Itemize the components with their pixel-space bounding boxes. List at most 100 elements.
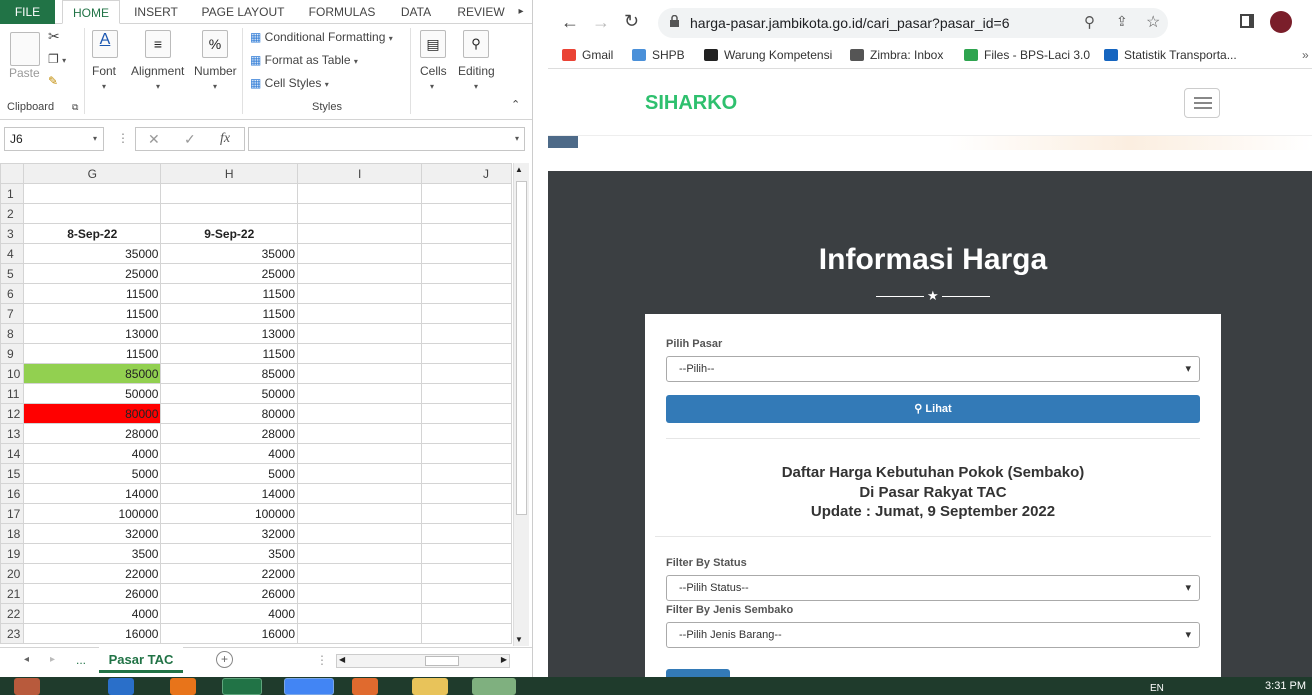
cell-j[interactable] [421,223,512,244]
row-header[interactable]: 20 [0,563,24,584]
address-bar[interactable]: harga-pasar.jambikota.go.id/cari_pasar?p… [658,8,1168,38]
cell-h[interactable]: 11500 [160,343,298,364]
excel-taskbar-icon[interactable] [222,678,262,695]
cell-h[interactable] [160,203,298,224]
cell-i[interactable] [296,543,423,564]
cell-i[interactable] [296,283,423,304]
reload-icon[interactable]: ↻ [624,11,639,32]
cell-j[interactable] [421,503,512,524]
cell-i[interactable] [296,203,423,224]
cell-j[interactable] [421,443,512,464]
row-header[interactable]: 2 [0,203,24,224]
scroll-up-icon[interactable]: ▲ [515,165,523,174]
cell-g[interactable]: 16000 [22,623,162,644]
app-icon[interactable] [352,678,378,695]
column-header[interactable]: I [296,163,423,184]
cell-j[interactable] [421,243,512,264]
row-header[interactable]: 17 [0,503,24,524]
bookmark-files-bps[interactable]: Files - BPS-Laci 3.0 [964,48,1090,62]
cell-h[interactable] [160,183,298,204]
more-sheets-button[interactable]: ... [76,653,86,667]
cell-h[interactable]: 32000 [160,523,298,544]
cell-j[interactable] [421,283,512,304]
cell-i[interactable] [296,623,423,644]
cell-g[interactable]: 4000 [22,603,162,624]
cell-j[interactable] [421,263,512,284]
cell-j[interactable] [421,543,512,564]
percent-icon[interactable]: % [202,30,228,58]
expand-formula-bar-icon[interactable]: ▾ [515,134,519,143]
paste-button[interactable]: Paste [9,66,40,80]
copy-icon[interactable]: ❐ ▾ [48,52,66,66]
cell-i[interactable] [296,603,423,624]
cell-g[interactable]: 28000 [22,423,162,444]
cell-j[interactable] [421,603,512,624]
cell-j[interactable] [421,423,512,444]
enter-icon[interactable]: ✓ [184,128,196,150]
cell-i[interactable] [296,403,423,424]
row-header[interactable]: 15 [0,463,24,484]
next-sheet-icon[interactable]: ▸ [50,654,55,665]
row-header[interactable]: 13 [0,423,24,444]
cell-g[interactable] [22,203,162,224]
cell-h[interactable]: 4000 [160,603,298,624]
lock-icon[interactable] [669,14,680,28]
scroll-left-icon[interactable]: ◀ [339,655,345,664]
language-indicator[interactable]: EN [1150,683,1164,694]
cell-g[interactable]: 85000 [22,363,162,384]
row-header[interactable]: 12 [0,403,24,424]
cell-j[interactable] [421,403,512,424]
forward-icon[interactable]: → [592,12,610,33]
clipboard-launcher-icon[interactable]: ⧉ [72,102,78,113]
cell-i[interactable] [296,223,423,244]
tab-file[interactable]: FILE [0,0,55,24]
cell-h[interactable]: 28000 [160,423,298,444]
cell-g[interactable] [22,183,162,204]
row-header[interactable]: 9 [0,343,24,364]
cell-i[interactable] [296,463,423,484]
formula-input[interactable]: ▾ [248,127,525,151]
bookmark-gmail[interactable]: Gmail [562,48,613,62]
alignment-icon[interactable]: ≡ [145,30,171,58]
cell-h[interactable]: 80000 [160,403,298,424]
vertical-scroll-thumb[interactable] [516,181,527,515]
site-brand[interactable]: SIHARKO [645,92,737,115]
profile-avatar[interactable] [1270,11,1292,33]
cell-i[interactable] [296,303,423,324]
bookmark-zimbra[interactable]: Zimbra: Inbox [850,48,943,62]
vertical-scrollbar[interactable]: ▲ ▼ [513,163,529,646]
row-header[interactable]: 11 [0,383,24,404]
tab-split-handle-icon[interactable]: ⋮ [316,653,328,667]
cell-h[interactable]: 14000 [160,483,298,504]
cell-h[interactable]: 85000 [160,363,298,384]
cell-g[interactable]: 8-Sep-22 [22,223,162,244]
conditional-formatting-button[interactable]: ▦ Conditional Formatting ▾ [250,30,393,44]
filter-status-select[interactable]: --Pilih Status-- ▾ [666,575,1200,601]
clock[interactable]: 3:31 PM [1265,680,1306,692]
tab-home[interactable]: HOME [62,0,120,24]
row-header[interactable]: 4 [0,243,24,264]
cell-g[interactable]: 13000 [22,323,162,344]
tab-data[interactable]: DATA [392,0,440,24]
column-header[interactable]: J [421,163,512,184]
cells-icon[interactable]: ▤ [420,30,446,58]
cell-j[interactable] [421,623,512,644]
cell-h[interactable]: 35000 [160,243,298,264]
row-header[interactable]: 8 [0,323,24,344]
cell-i[interactable] [296,443,423,464]
cell-g[interactable]: 5000 [22,463,162,484]
cell-j[interactable] [421,363,512,384]
cell-j[interactable] [421,563,512,584]
cell-g[interactable]: 3500 [22,543,162,564]
cell-h[interactable]: 16000 [160,623,298,644]
cell-i[interactable] [296,383,423,404]
cell-i[interactable] [296,363,423,384]
cell-i[interactable] [296,523,423,544]
add-sheet-icon[interactable]: + [216,651,233,668]
format-painter-icon[interactable]: ✎ [48,74,58,88]
cell-h[interactable]: 25000 [160,263,298,284]
cell-h[interactable]: 11500 [160,303,298,324]
format-as-table-button[interactable]: ▦ Format as Table ▾ [250,53,358,67]
filter-jenis-select[interactable]: --Pilih Jenis Barang-- ▾ [666,622,1200,648]
cell-g[interactable]: 100000 [22,503,162,524]
